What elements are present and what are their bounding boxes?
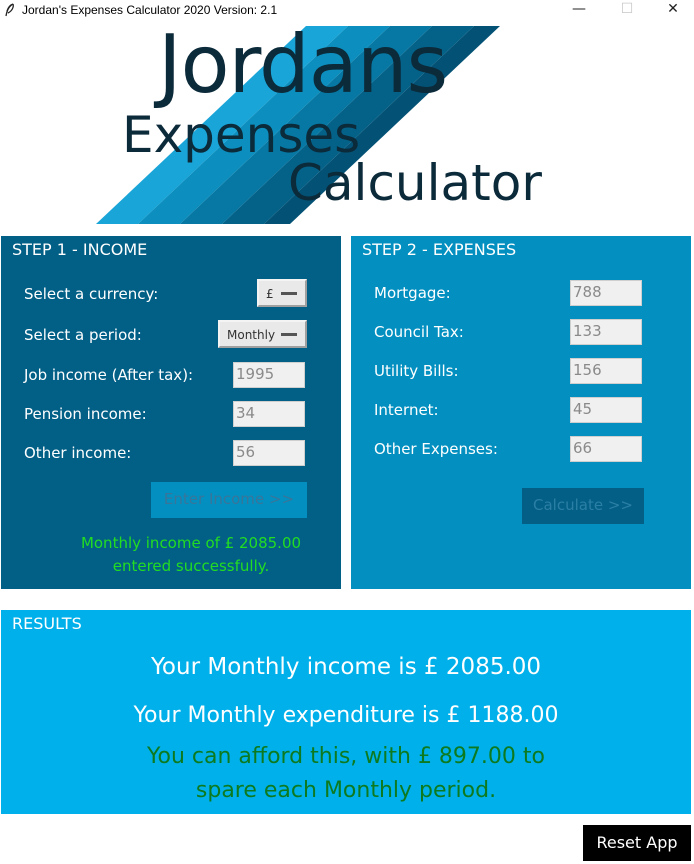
income-message-line2: entered successfully. bbox=[112, 557, 270, 575]
council-tax-input[interactable]: 133 bbox=[570, 319, 642, 345]
internet-label: Internet: bbox=[374, 401, 439, 419]
expenses-panel: STEP 2 - EXPENSES Mortgage: 788 Council … bbox=[351, 236, 691, 589]
reset-app-button[interactable]: Reset App bbox=[583, 825, 691, 861]
mortgage-input[interactable]: 788 bbox=[570, 280, 642, 306]
pension-income-label: Pension income: bbox=[24, 405, 147, 423]
pension-income-input[interactable]: 34 bbox=[233, 401, 305, 427]
logo-calculator: Calculator bbox=[288, 154, 542, 212]
close-button[interactable]: ✕ bbox=[650, 0, 694, 20]
period-select[interactable]: Monthly bbox=[218, 320, 307, 348]
period-label: Select a period: bbox=[24, 326, 142, 344]
income-result: Your Monthly income is £ 2085.00 bbox=[150, 654, 542, 680]
results-title: RESULTS bbox=[12, 614, 82, 633]
other-expenses-input[interactable]: 66 bbox=[570, 436, 642, 462]
enter-income-button[interactable]: Enter Income >> bbox=[151, 482, 307, 518]
mortgage-label: Mortgage: bbox=[374, 284, 451, 302]
other-income-label: Other income: bbox=[24, 444, 132, 462]
income-success-message: Monthly income of £ 2085.00 entered succ… bbox=[61, 532, 321, 578]
other-expenses-label: Other Expenses: bbox=[374, 440, 498, 458]
council-tax-label: Council Tax: bbox=[374, 323, 464, 341]
minimize-button[interactable]: — bbox=[556, 0, 602, 20]
income-title: STEP 1 - INCOME bbox=[12, 240, 148, 259]
job-income-input[interactable]: 1995 bbox=[233, 362, 305, 388]
window-title: Jordan's Expenses Calculator 2020 Versio… bbox=[22, 3, 278, 17]
income-panel: STEP 1 - INCOME Select a currency: £ Sel… bbox=[1, 236, 341, 589]
period-select-value: Monthly bbox=[227, 328, 276, 342]
other-income-input[interactable]: 56 bbox=[233, 440, 305, 466]
currency-label: Select a currency: bbox=[24, 285, 159, 303]
expenses-title: STEP 2 - EXPENSES bbox=[362, 240, 517, 259]
currency-select[interactable]: £ bbox=[257, 279, 307, 307]
afford-result: You can afford this, with £ 897.00 to sp… bbox=[147, 744, 545, 803]
results-panel: RESULTS Your Monthly income is £ 2085.00… bbox=[1, 610, 691, 814]
dropdown-bar-icon bbox=[281, 292, 297, 295]
logo-jordans: Jordans bbox=[158, 18, 448, 111]
utility-bills-input[interactable]: 156 bbox=[570, 358, 642, 384]
expenditure-result: Your Monthly expenditure is £ 1188.00 bbox=[133, 703, 559, 728]
income-message-line1: Monthly income of £ 2085.00 bbox=[80, 534, 302, 552]
currency-select-value: £ bbox=[266, 287, 274, 301]
job-income-label: Job income (After tax): bbox=[24, 366, 194, 384]
utility-bills-label: Utility Bills: bbox=[374, 362, 459, 380]
feather-icon bbox=[5, 3, 14, 17]
dropdown-bar-icon bbox=[281, 333, 297, 336]
calculate-button[interactable]: Calculate >> bbox=[522, 488, 644, 524]
maximize-button[interactable]: ☐ bbox=[604, 0, 650, 20]
internet-input[interactable]: 45 bbox=[570, 397, 642, 423]
